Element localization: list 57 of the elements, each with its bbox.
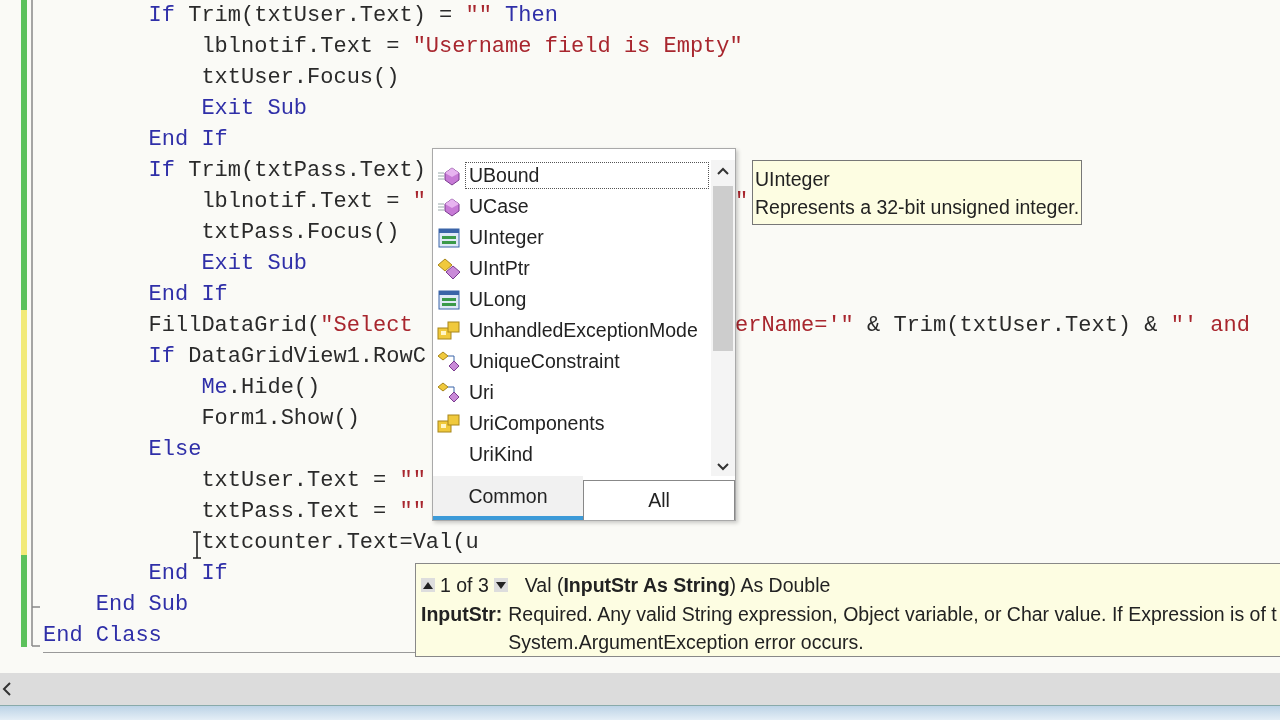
table-icon xyxy=(438,227,460,248)
linked-shapes-icon xyxy=(437,381,461,404)
code-line: txtcounter.Text=Val(u xyxy=(201,529,479,557)
code-line: txtPass.Focus() xyxy=(201,219,400,247)
scroll-down-icon[interactable] xyxy=(716,462,730,472)
completion-item[interactable]: UInteger xyxy=(433,222,709,253)
code-line: End Class xyxy=(43,622,162,650)
completion-item[interactable]: UIntPtr xyxy=(433,253,709,284)
previous-overload-icon[interactable] xyxy=(421,578,435,592)
code-line: If Trim(txtPass.Text) xyxy=(148,157,426,185)
parameter-description: System.ArgumentException error occurs. xyxy=(508,630,864,655)
code-line: Exit Sub xyxy=(201,95,308,123)
completion-item[interactable]: UriComponents xyxy=(433,408,709,439)
parameter-description: Required. Any valid String expression, Object variable, or Char value. If Expression is of t xyxy=(508,602,1277,627)
overload-counter: 1 of 3 xyxy=(439,573,490,597)
code-line: txtUser.Text = "" xyxy=(201,467,426,495)
text-cursor-icon xyxy=(192,531,202,559)
completion-item[interactable]: ULong xyxy=(433,284,709,315)
blocks-icon xyxy=(437,413,461,434)
completion-tab[interactable]: All xyxy=(583,480,735,520)
code-line: Exit Sub xyxy=(201,250,308,278)
blocks-icon xyxy=(437,320,461,341)
code-line: Else xyxy=(148,436,202,464)
next-overload-icon[interactable] xyxy=(493,578,508,592)
horizontal-scrollbar[interactable] xyxy=(0,673,1280,705)
code-line: erName='" & Trim(txtUser.Text) & "' and xyxy=(735,312,1250,340)
tooltip-description: Represents a 32-bit unsigned integer. xyxy=(755,195,1080,220)
diamonds-icon xyxy=(437,257,461,280)
completion-item[interactable]: UriKind xyxy=(433,439,709,470)
code-line: lblnotif.Text = "Username field is Empty" xyxy=(201,33,743,61)
method-signature: Val (InputStr As String) As Double xyxy=(524,573,831,597)
code-line: If DataGridView1.RowC xyxy=(148,343,426,371)
code-line: Me.Hide() xyxy=(201,374,321,402)
scrollbar-thumb[interactable] xyxy=(713,186,733,351)
code-line: " xyxy=(735,188,749,216)
code-line: End If xyxy=(148,126,228,154)
linked-shapes-icon xyxy=(437,350,461,373)
code-line: txtPass.Text = "" xyxy=(201,498,426,526)
code-line: txtUser.Focus() xyxy=(201,64,400,92)
vertical-scrollbar[interactable] xyxy=(711,160,735,476)
code-line: lblnotif.Text = " xyxy=(201,188,426,216)
tooltip-title: UInteger xyxy=(755,167,831,192)
code-line: End If xyxy=(148,560,228,588)
table-icon xyxy=(438,289,460,310)
code-line: If Trim(txtUser.Text) = "" Then xyxy=(148,2,558,30)
completion-item[interactable]: UnhandledExceptionMode xyxy=(433,315,709,346)
parameter-name: InputStr: xyxy=(421,602,503,627)
completion-tab[interactable]: Common xyxy=(433,476,583,520)
code-line: Form1.Show() xyxy=(201,405,360,433)
completion-item[interactable]: UniqueConstraint xyxy=(433,346,709,377)
code-line: End If xyxy=(148,281,228,309)
scroll-up-icon[interactable] xyxy=(716,166,730,176)
code-line: End Sub xyxy=(95,591,189,619)
code-line: FillDataGrid("Select xyxy=(148,312,413,340)
completion-item[interactable]: Uri xyxy=(433,377,709,408)
completion-item[interactable]: UCase xyxy=(433,191,709,222)
scroll-left-icon[interactable] xyxy=(2,681,12,698)
